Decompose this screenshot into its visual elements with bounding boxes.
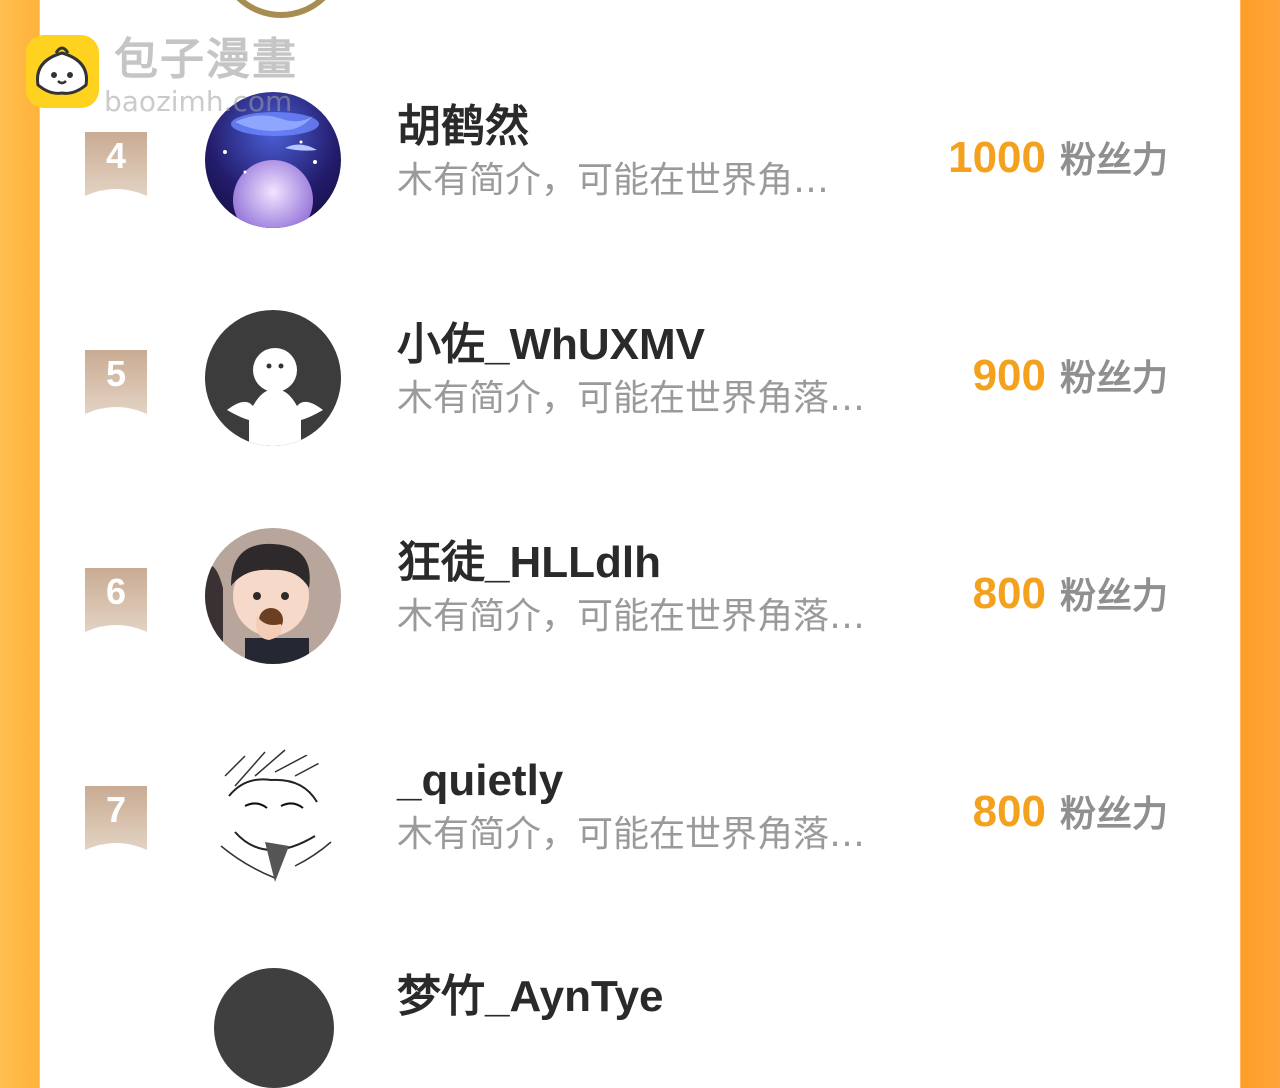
fans-value: 1000: [948, 133, 1046, 182]
fans-label: 粉丝力: [1059, 794, 1168, 835]
user-name-next[interactable]: 梦竹_AynTye: [397, 970, 664, 1024]
rank-badge: 6: [85, 568, 147, 632]
fans-label: 粉丝力: [1059, 358, 1168, 399]
user-bio: 木有简介，可能在世界角落…: [397, 814, 866, 855]
rank-number: 6: [105, 571, 127, 612]
rank-badge: 5: [85, 350, 147, 414]
fans-score: 800 粉丝力: [973, 566, 1168, 625]
user-name[interactable]: 胡鹤然: [397, 100, 529, 154]
user-avatar[interactable]: [205, 746, 341, 882]
fans-label: 粉丝力: [1059, 576, 1168, 617]
leaderboard-row-5[interactable]: 5 小佐_WhUXMV 木有简介，可能在世界角落… 900 粉丝力: [0, 310, 1280, 470]
cartoon-boy-avatar-icon: [205, 528, 341, 664]
rank-number: 5: [105, 353, 127, 394]
leaderboard-row-7[interactable]: 7 _quietly 木有简介，可能在世界角落… 800 粉丝力: [0, 746, 1280, 906]
fans-score: 800 粉丝力: [973, 784, 1168, 843]
bun-face-icon: [36, 46, 88, 95]
fans-value: 900: [972, 351, 1046, 400]
user-bio: 木有简介，可能在世界角落…: [397, 378, 866, 419]
rank-number: 7: [105, 789, 127, 830]
user-bio: 木有简介，可能在世界角…: [397, 160, 830, 201]
fans-score: 900 粉丝力: [973, 348, 1168, 407]
user-avatar-next[interactable]: [214, 968, 334, 1088]
avatar-rank-3-partial[interactable]: [217, 0, 345, 18]
watermark-title: 包子漫畫: [114, 34, 298, 85]
user-name[interactable]: _quietly: [397, 754, 563, 808]
fans-value: 800: [972, 569, 1046, 618]
leaderboard-row-6[interactable]: 6 狂徒_HLLdlh 木有简介，可能在世界角落… 800 粉丝力: [0, 528, 1280, 688]
fans-label: 粉丝力: [1059, 140, 1168, 181]
user-name[interactable]: 小佐_WhUXMV: [397, 318, 705, 372]
bun-logo-icon: [26, 35, 99, 108]
watermark-url: baozimh.com: [104, 85, 293, 118]
rank-badge: 7: [85, 786, 147, 850]
user-name[interactable]: 狂徒_HLLdlh: [397, 536, 661, 590]
rank-badge: 4: [85, 132, 147, 196]
default-ghost-avatar-icon: [205, 310, 341, 446]
user-avatar[interactable]: [205, 310, 341, 446]
user-avatar[interactable]: [205, 528, 341, 664]
sketch-manga-avatar-icon: [205, 746, 341, 882]
watermark: 包子漫畫 baozimh.com: [24, 34, 324, 118]
fans-score: 1000 粉丝力: [948, 130, 1168, 189]
user-bio: 木有简介，可能在世界角落…: [397, 596, 866, 637]
rank-number: 4: [105, 135, 127, 176]
fans-value: 800: [972, 787, 1046, 836]
